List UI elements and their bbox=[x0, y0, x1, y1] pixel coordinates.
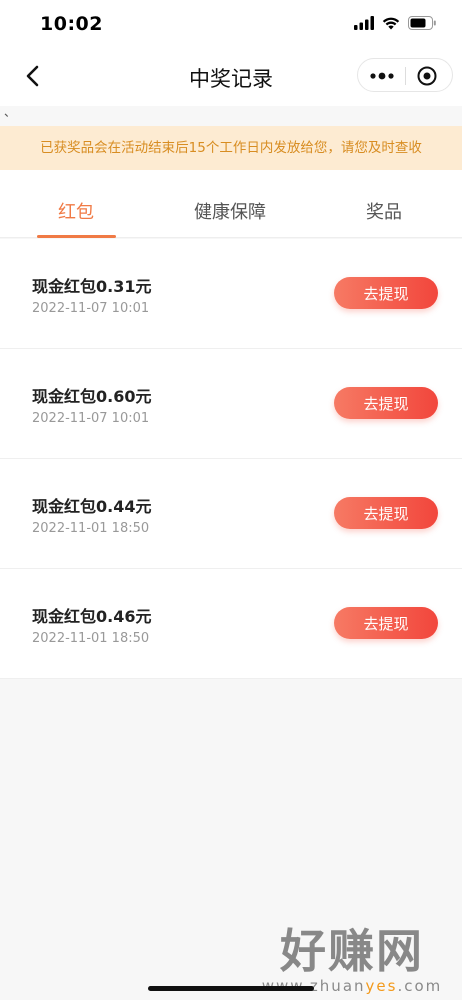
record-list: 现金红包0.31元 2022-11-07 10:01 去提现 现金红包0.60元… bbox=[0, 239, 462, 679]
home-indicator[interactable] bbox=[148, 986, 314, 991]
record-time: 2022-11-01 18:50 bbox=[32, 521, 150, 536]
stray-mark: 、 bbox=[4, 105, 17, 119]
record-title: 现金红包0.44元 bbox=[32, 497, 152, 516]
tab-health-protection[interactable]: 健康保障 bbox=[194, 198, 266, 224]
record-time: 2022-11-07 10:01 bbox=[32, 301, 150, 316]
notice-banner: 已获奖品会在活动结束后15个工作日内发放给您，请您及时查收 bbox=[0, 126, 462, 170]
record-time: 2022-11-01 18:50 bbox=[32, 631, 150, 646]
withdraw-button[interactable]: 去提现 bbox=[334, 387, 438, 419]
more-icon[interactable] bbox=[368, 69, 396, 83]
record-title: 现金红包0.31元 bbox=[32, 277, 152, 296]
list-item: 现金红包0.60元 2022-11-07 10:01 去提现 bbox=[0, 349, 462, 459]
list-item: 现金红包0.46元 2022-11-01 18:50 去提现 bbox=[0, 569, 462, 679]
capsule-divider bbox=[405, 67, 406, 85]
record-title: 现金红包0.60元 bbox=[32, 387, 152, 406]
close-miniprogram-icon[interactable] bbox=[416, 65, 438, 87]
record-title: 现金红包0.46元 bbox=[32, 607, 152, 626]
status-icons bbox=[354, 16, 436, 30]
withdraw-button[interactable]: 去提现 bbox=[334, 607, 438, 639]
signal-icon bbox=[354, 16, 374, 30]
navigation-bar: 中奖记录 bbox=[0, 50, 462, 106]
battery-icon bbox=[408, 16, 436, 30]
watermark-title: 好赚网 bbox=[280, 924, 424, 978]
miniprogram-capsule bbox=[357, 58, 453, 92]
watermark-url-part: .com bbox=[397, 977, 443, 995]
list-item: 现金红包0.44元 2022-11-01 18:50 去提现 bbox=[0, 459, 462, 569]
tab-prizes[interactable]: 奖品 bbox=[366, 198, 402, 224]
withdraw-button[interactable]: 去提现 bbox=[334, 497, 438, 529]
active-tab-indicator bbox=[37, 235, 116, 238]
status-bar: 10:02 bbox=[0, 0, 462, 50]
tab-bar: 红包 健康保障 奖品 bbox=[0, 170, 462, 238]
withdraw-button[interactable]: 去提现 bbox=[334, 277, 438, 309]
watermark: 好赚网 www.zhuanyes.com bbox=[252, 915, 452, 995]
record-time: 2022-11-07 10:01 bbox=[32, 411, 150, 426]
list-item: 现金红包0.31元 2022-11-07 10:01 去提现 bbox=[0, 239, 462, 349]
status-time: 10:02 bbox=[40, 13, 103, 35]
tab-red-packet[interactable]: 红包 bbox=[58, 198, 94, 224]
watermark-url-highlight: yes bbox=[365, 977, 398, 995]
wifi-icon bbox=[382, 17, 400, 30]
